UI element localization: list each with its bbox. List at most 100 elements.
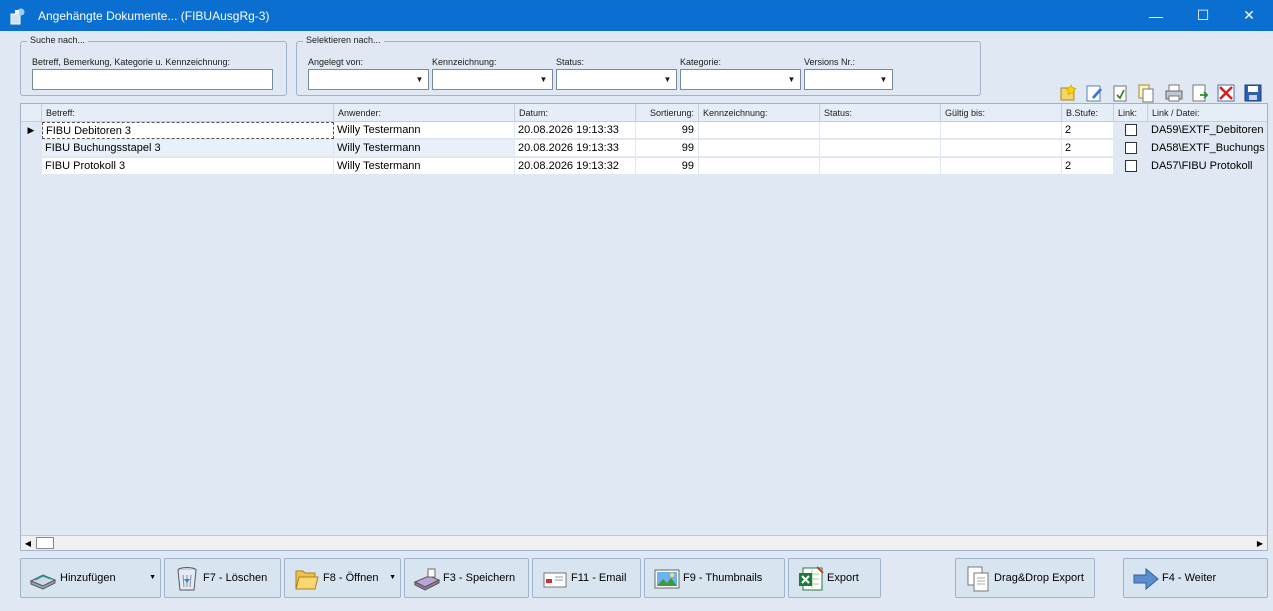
close-icon: ✕ — [1243, 7, 1255, 23]
cell-link-datei[interactable]: DA58\EXTF_Buchungs — [1148, 140, 1267, 157]
version-select[interactable]: ▼ — [804, 69, 893, 90]
scroll-thumb[interactable] — [36, 537, 54, 549]
cell-datum[interactable]: 20.08.2026 19:13:33 — [515, 122, 636, 139]
chevron-down-icon: ▼ — [415, 75, 424, 84]
cell-status[interactable] — [820, 158, 941, 175]
cell-sortierung[interactable]: 99 — [636, 158, 699, 175]
scroll-left-icon[interactable]: ◀ — [21, 537, 35, 549]
edit-icon[interactable] — [1084, 83, 1104, 103]
attach-icon[interactable] — [1110, 83, 1130, 103]
cell-link-datei[interactable]: DA57\FIBU Protokoll — [1148, 158, 1267, 175]
search-group: Suche nach... Betreff, Bemerkung, Katego… — [20, 35, 287, 96]
column-header-link-datei[interactable]: Link / Datei: — [1148, 104, 1267, 122]
open-button[interactable]: F8 - Öffnen ▼ — [284, 558, 401, 598]
current-row-indicator-icon: ▶ — [27, 125, 35, 135]
maximize-button[interactable]: ☐ — [1180, 0, 1226, 31]
cell-sortierung[interactable]: 99 — [636, 122, 699, 139]
cell-gueltig-bis[interactable] — [941, 158, 1062, 175]
chevron-down-icon[interactable]: ▼ — [389, 574, 396, 581]
cell-kennzeichnung[interactable] — [699, 122, 820, 139]
cell-anwender[interactable]: Willy Testermann — [334, 158, 515, 175]
delete-button-label: F7 - Löschen — [203, 572, 268, 584]
cell-status[interactable] — [820, 122, 941, 139]
export-icon[interactable] — [1190, 83, 1210, 103]
next-button[interactable]: F4 - Weiter — [1123, 558, 1268, 598]
cell-sortierung[interactable]: 99 — [636, 140, 699, 157]
save-button-label: F3 - Speichern — [443, 572, 516, 584]
column-header-datum[interactable]: Datum: — [515, 104, 636, 122]
documents-icon — [967, 566, 989, 592]
new-document-icon[interactable] — [1058, 83, 1078, 103]
dragdrop-export-button[interactable]: Drag&Drop Export — [955, 558, 1095, 598]
scroll-right-icon[interactable]: ▶ — [1253, 537, 1267, 549]
arrow-right-icon — [1133, 567, 1159, 591]
link-checkbox[interactable] — [1125, 142, 1137, 154]
link-checkbox[interactable] — [1125, 124, 1137, 136]
delete-button[interactable]: F7 - Löschen — [164, 558, 281, 598]
cell-bstufe[interactable]: 2 — [1062, 122, 1114, 139]
cell-betreff[interactable]: FIBU Protokoll 3 — [42, 158, 334, 175]
marking-label: Kennzeichnung: — [432, 57, 497, 67]
cell-gueltig-bis[interactable] — [941, 122, 1062, 139]
cell-status[interactable] — [820, 140, 941, 157]
documents-grid: Betreff: Anwender: Datum: Sortierung: Ke… — [20, 103, 1268, 551]
created-by-label: Angelegt von: — [308, 57, 364, 67]
cell-kennzeichnung[interactable] — [699, 140, 820, 157]
search-input[interactable] — [32, 69, 273, 90]
status-select[interactable]: ▼ — [556, 69, 677, 90]
cell-betreff[interactable]: FIBU Debitoren 3 — [42, 122, 334, 139]
app-icon — [10, 8, 25, 25]
copy-icon[interactable] — [1136, 83, 1156, 103]
cell-link-datei[interactable]: DA59\EXTF_Debitoren — [1148, 122, 1267, 139]
close-button[interactable]: ✕ — [1226, 0, 1272, 31]
cell-datum[interactable]: 20.08.2026 19:13:32 — [515, 158, 636, 175]
link-checkbox[interactable] — [1125, 160, 1137, 172]
cell-kennzeichnung[interactable] — [699, 158, 820, 175]
status-label: Status: — [556, 57, 585, 67]
horizontal-scrollbar[interactable]: ◀ ▶ — [21, 535, 1267, 550]
chevron-down-icon: ▼ — [539, 75, 548, 84]
cell-anwender[interactable]: Willy Testermann — [334, 140, 515, 157]
column-header-sortierung[interactable]: Sortierung: — [636, 104, 699, 122]
column-header-gueltig-bis[interactable]: Gültig bis: — [941, 104, 1062, 122]
delete-icon[interactable] — [1216, 83, 1236, 103]
email-button-label: F11 - Email — [571, 572, 627, 584]
column-header-betreff[interactable]: Betreff: — [42, 104, 334, 122]
cell-bstufe[interactable]: 2 — [1062, 140, 1114, 157]
scanner-icon — [29, 574, 57, 590]
trash-icon — [177, 567, 197, 591]
search-group-title: Suche nach... — [27, 35, 89, 45]
next-button-label: F4 - Weiter — [1162, 572, 1217, 584]
column-header-bstufe[interactable]: B.Stufe: — [1062, 104, 1114, 122]
export-button[interactable]: Export — [788, 558, 881, 598]
window-title: Angehängte Dokumente... (FIBUAusgRg-3) — [38, 9, 270, 23]
category-label: Kategorie: — [680, 57, 722, 67]
created-by-select[interactable]: ▼ — [308, 69, 429, 90]
cell-anwender[interactable]: Willy Testermann — [334, 122, 515, 139]
print-icon[interactable] — [1164, 83, 1184, 103]
column-header-status[interactable]: Status: — [820, 104, 941, 122]
add-button[interactable]: Hinzufügen ▼ — [20, 558, 161, 598]
thumbnails-button-label: F9 - Thumbnails — [683, 572, 763, 584]
email-button[interactable]: F11 - Email — [532, 558, 641, 598]
marking-select[interactable]: ▼ — [432, 69, 553, 90]
thumbnails-button[interactable]: F9 - Thumbnails — [644, 558, 785, 598]
minimize-icon: — — [1149, 7, 1163, 24]
column-header-link[interactable]: Link: — [1114, 104, 1148, 122]
filter-group: Selektieren nach... Angelegt von: ▼ Kenn… — [296, 35, 981, 96]
column-header-anwender[interactable]: Anwender: — [334, 104, 515, 122]
column-header-kennzeichnung[interactable]: Kennzeichnung: — [699, 104, 820, 122]
save-icon[interactable] — [1243, 83, 1263, 103]
cell-bstufe[interactable]: 2 — [1062, 158, 1114, 175]
search-label: Betreff, Bemerkung, Kategorie u. Kennzei… — [32, 57, 230, 67]
chevron-down-icon: ▼ — [879, 75, 888, 84]
cell-datum[interactable]: 20.08.2026 19:13:33 — [515, 140, 636, 157]
save-button[interactable]: F3 - Speichern — [404, 558, 529, 598]
envelope-icon — [543, 572, 567, 588]
cell-betreff[interactable]: FIBU Buchungsstapel 3 — [42, 140, 334, 157]
chevron-down-icon[interactable]: ▼ — [149, 574, 156, 581]
cell-gueltig-bis[interactable] — [941, 140, 1062, 157]
version-label: Versions Nr.: — [804, 57, 856, 67]
category-select[interactable]: ▼ — [680, 69, 801, 90]
minimize-button[interactable]: — — [1133, 0, 1179, 31]
